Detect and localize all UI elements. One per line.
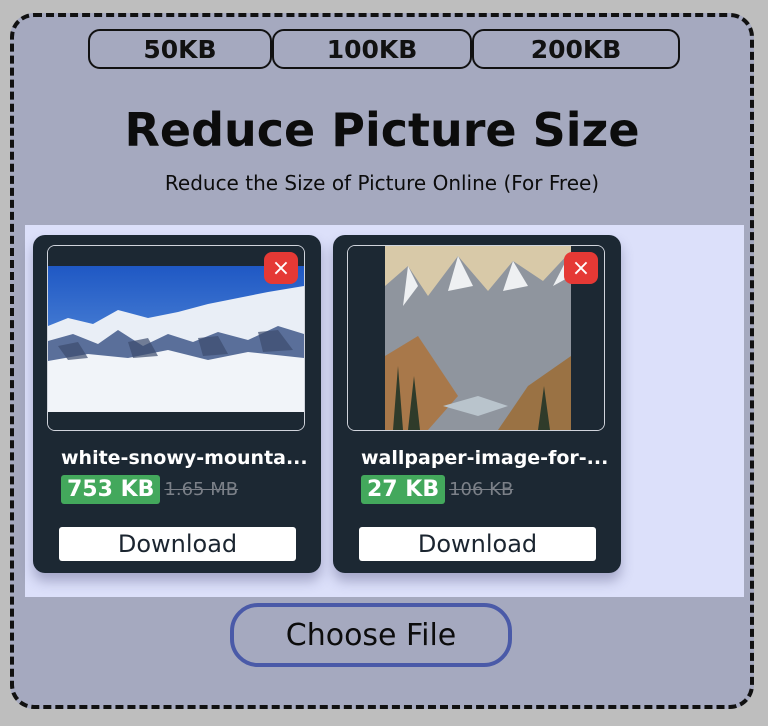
original-size: 1.65 MB [164,479,239,500]
file-card: × white-snowy-mounta... 753 KB 1.65 MB D… [33,235,321,573]
close-icon: × [271,255,291,281]
remove-file-button[interactable]: × [264,252,298,284]
preset-200kb-button[interactable]: 200KB [472,29,680,69]
file-sizes: 753 KB 1.65 MB [61,475,238,504]
file-thumbnail: × [47,245,305,431]
preset-50kb-button[interactable]: 50KB [88,29,272,69]
compressed-size-badge: 27 KB [361,475,446,504]
file-sizes: 27 KB 106 KB [361,475,513,504]
download-button[interactable]: Download [359,527,596,561]
file-name: white-snowy-mounta... [61,447,308,469]
remove-file-button[interactable]: × [564,252,598,284]
download-button[interactable]: Download [59,527,296,561]
preset-size-group: 50KB 100KB 200KB [88,29,680,69]
page-title: Reduce Picture Size [124,103,640,157]
file-list-panel: × white-snowy-mounta... 753 KB 1.65 MB D… [25,225,744,597]
compressed-size-badge: 753 KB [61,475,161,504]
close-icon: × [571,255,591,281]
file-name: wallpaper-image-for-... [361,447,609,469]
preset-100kb-button[interactable]: 100KB [272,29,472,69]
page-subtitle: Reduce the Size of Picture Online (For F… [164,171,600,195]
original-size: 106 KB [449,479,514,500]
file-thumbnail: × [347,245,605,431]
choose-file-button[interactable]: Choose File [230,603,512,667]
file-card: × wallpaper-image-for-... 27 KB 106 KB D… [333,235,621,573]
